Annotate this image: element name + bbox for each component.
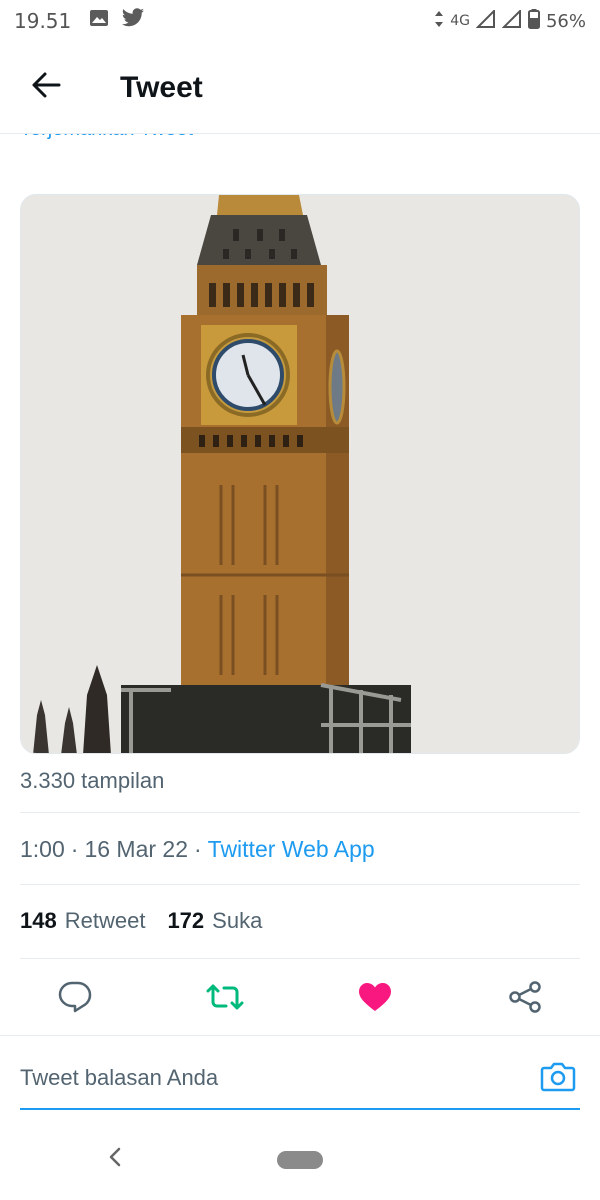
tweet-stats: 148 Retweet 172 Suka (20, 908, 284, 934)
reply-input[interactable] (20, 1065, 500, 1091)
data-arrows-icon (434, 10, 444, 33)
reply-button[interactable] (53, 977, 97, 1021)
divider (20, 958, 580, 959)
home-pill-icon[interactable] (277, 1151, 323, 1169)
retweet-label[interactable]: Retweet (65, 908, 146, 934)
battery-icon (527, 8, 540, 34)
like-button[interactable] (353, 977, 397, 1021)
like-icon (358, 982, 392, 1017)
tweet-time: 1:00 (20, 836, 65, 862)
share-button[interactable] (503, 977, 547, 1021)
views-count: 3.330 tampilan (20, 768, 165, 793)
arrow-left-icon (31, 72, 61, 103)
camera-icon (540, 1060, 576, 1097)
twitter-icon (121, 8, 145, 34)
share-icon (508, 980, 542, 1018)
divider (0, 1035, 600, 1036)
system-nav-bar (0, 1120, 600, 1200)
tweet-date: 16 Mar 22 (84, 836, 188, 862)
meta-separator: · (70, 836, 79, 862)
like-count[interactable]: 172 (167, 908, 204, 934)
chevron-left-icon (108, 1147, 122, 1172)
action-bar (0, 968, 600, 1030)
retweet-button[interactable] (203, 977, 247, 1021)
status-left-icons (89, 8, 145, 34)
back-button[interactable] (22, 64, 70, 112)
nav-back-button[interactable] (100, 1144, 130, 1174)
tweet-meta: 1:00 · 16 Mar 22 · Twitter Web App (20, 836, 375, 863)
retweet-icon (206, 982, 244, 1017)
reply-icon (58, 981, 92, 1018)
status-right-icons: 4G 56% (434, 8, 586, 34)
status-bar: 19.51 4G 56% (0, 0, 600, 42)
image-icon (89, 8, 109, 34)
divider (20, 884, 580, 885)
page-title: Tweet (120, 70, 203, 104)
photo-illustration (21, 195, 579, 753)
signal-icon (475, 8, 496, 33)
tweet-media-photo[interactable] (20, 194, 580, 754)
signal-icon (501, 8, 522, 33)
tweet-source-link[interactable]: Twitter Web App (208, 836, 375, 863)
camera-button[interactable] (536, 1056, 580, 1100)
like-label[interactable]: Suka (212, 908, 262, 934)
app-bar: Tweet (0, 42, 600, 134)
network-type: 4G (450, 13, 470, 29)
battery-percent: 56% (545, 10, 586, 32)
status-time: 19.51 (14, 9, 72, 33)
divider (20, 812, 580, 813)
meta-separator: · (194, 836, 202, 862)
retweet-count[interactable]: 148 (20, 908, 57, 934)
reply-composer (20, 1048, 580, 1110)
